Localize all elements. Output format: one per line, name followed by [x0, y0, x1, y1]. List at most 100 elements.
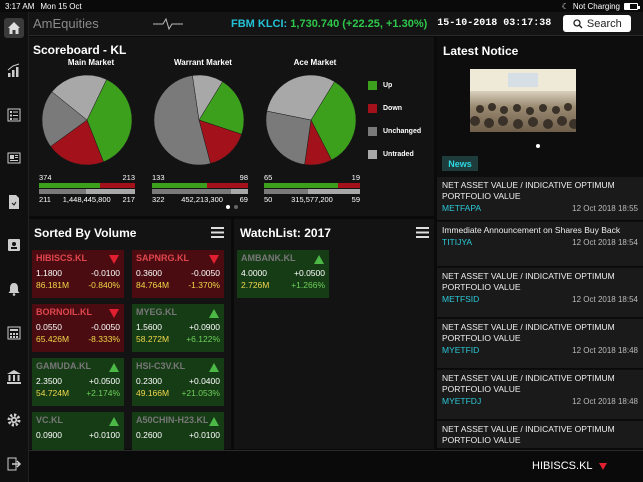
page-dot: [234, 205, 238, 209]
menu-icon[interactable]: [416, 227, 429, 238]
page-indicator[interactable]: [226, 205, 238, 209]
status-bar: 3:17 AM Mon 15 Oct ☾ Not Charging: [0, 0, 643, 12]
sidebar: [0, 12, 29, 482]
notice-date: 12 Oct 2018 18:54: [572, 238, 638, 247]
bar-down: [338, 183, 360, 188]
stock-price: 1.1800: [36, 268, 62, 278]
notice-item[interactable]: NET ASSET VALUE / INDICATIVE OPTIMUM POR…: [437, 370, 643, 420]
notice-image[interactable]: [470, 69, 576, 132]
home-icon[interactable]: [4, 18, 24, 38]
notice-item[interactable]: NET ASSET VALUE / INDICATIVE OPTIMUM POR…: [437, 421, 643, 449]
notice-item[interactable]: Immediate Announcement on Shares Buy Bac…: [437, 222, 643, 267]
legend-up: Up: [368, 81, 421, 90]
stock-percent: -8.333%: [88, 334, 120, 344]
klci-value: 1,730.740 (+22.25, +1.30%): [290, 17, 428, 30]
bar-untraded: [308, 189, 360, 194]
document-icon[interactable]: [4, 192, 24, 212]
selected-stock[interactable]: HIBISCS.KL: [532, 460, 607, 472]
stock-change: +0.0500: [89, 376, 120, 386]
tab-news[interactable]: News: [442, 156, 478, 171]
stock-volume: 84.764M: [136, 280, 170, 290]
notice-item[interactable]: NET ASSET VALUE / INDICATIVE OPTIMUM POR…: [437, 319, 643, 369]
stock-change: +0.0500: [294, 268, 325, 278]
notice-symbol[interactable]: MYETFDJ: [442, 396, 481, 406]
notice-symbol[interactable]: TITIJYA: [442, 237, 472, 247]
watchlist-title[interactable]: WatchList: 2017: [240, 226, 331, 240]
stock-name: GAMUDA.KL: [36, 361, 91, 371]
klci-index: FBM KLCI: 1,730.740 (+22.25, +1.30%): [231, 18, 427, 30]
ace-market-bar: 65 19 50 315,577,200 59: [264, 173, 360, 204]
notice-item[interactable]: NET ASSET VALUE / INDICATIVE OPTIMUM POR…: [437, 177, 643, 221]
news-icon[interactable]: [4, 148, 24, 168]
stock-percent: -0.840%: [88, 280, 120, 290]
warrant-market-pie[interactable]: [152, 73, 246, 167]
stock-tile[interactable]: BORNOIL.KL 0.0550 -0.0050 65.426M -8.333%: [32, 304, 124, 352]
notice-item[interactable]: NET ASSET VALUE / INDICATIVE OPTIMUM POR…: [437, 268, 643, 318]
stock-change: -0.0100: [91, 268, 120, 278]
portfolio-icon[interactable]: [4, 235, 24, 255]
up-arrow-icon: [314, 255, 324, 264]
stock-volume: 54.724M: [36, 388, 70, 398]
stock-change: +0.0100: [89, 430, 120, 440]
updown-bar: [152, 183, 248, 188]
stock-name: MYEG.KL: [136, 307, 178, 317]
down-arrow-icon: [209, 255, 219, 264]
legend-untraded: Untraded: [368, 150, 421, 159]
scoreboard-title[interactable]: Scoreboard - KL: [33, 43, 126, 57]
notice-headline: NET ASSET VALUE / INDICATIVE OPTIMUM POR…: [442, 424, 615, 445]
notice-headline: NET ASSET VALUE / INDICATIVE OPTIMUM POR…: [442, 180, 615, 201]
stock-price: 0.0550: [36, 322, 62, 332]
warrant-market-title: Warrant Market: [174, 58, 232, 67]
bar-unchanged: [152, 189, 232, 194]
list-icon[interactable]: [4, 105, 24, 125]
bar-unchanged: [264, 189, 309, 194]
updown-bar: [39, 183, 135, 188]
notice-symbol[interactable]: METFSID: [442, 294, 479, 304]
main-market-pie[interactable]: [40, 73, 134, 167]
stock-price: 0.2600: [136, 430, 162, 440]
ace-market-pie[interactable]: [264, 73, 358, 167]
stock-tile[interactable]: MYEG.KL 1.5600 +0.0900 58.272M +6.122%: [132, 304, 224, 352]
settings-icon[interactable]: [4, 410, 24, 430]
chart-icon[interactable]: [4, 61, 24, 81]
app-window: 3:17 AM Mon 15 Oct ☾ Not Charging AmEqui…: [0, 0, 643, 482]
main-market-title: Main Market: [67, 58, 115, 67]
stock-price: 4.0000: [241, 268, 267, 278]
search-label: Search: [586, 17, 622, 30]
notice-headline: Immediate Announcement on Shares Buy Bac…: [442, 225, 621, 235]
page-dot: [226, 205, 230, 209]
carousel-dot[interactable]: [536, 144, 540, 148]
stock-volume: 49.166M: [136, 388, 170, 398]
search-button[interactable]: Search: [563, 15, 632, 32]
main-market-bar: 374 213 211 1,448,445,800 217: [39, 173, 135, 204]
warrant-market-bar: 133 98 322 452,213,300 69: [152, 173, 248, 204]
stock-tile[interactable]: HIBISCS.KL 1.1800 -0.0100 86.181M -0.840%: [32, 250, 124, 298]
bar-down: [100, 183, 135, 188]
stock-tile[interactable]: SAPNRG.KL 0.3600 -0.0050 84.764M -1.370%: [132, 250, 224, 298]
stock-volume: 58.272M: [136, 334, 170, 344]
notice-date: 12 Oct 2018 18:48: [572, 346, 638, 355]
notice-symbol[interactable]: MYETFID: [442, 345, 479, 355]
notice-symbol[interactable]: METFAPA: [442, 203, 481, 213]
logout-icon[interactable]: [4, 454, 24, 474]
bank-icon[interactable]: [4, 367, 24, 387]
bar-untraded: [86, 189, 135, 194]
bar-up: [152, 183, 208, 188]
calculator-icon[interactable]: [4, 323, 24, 343]
stock-tile[interactable]: GAMUDA.KL 2.3500 +0.0500 54.724M +2.174%: [32, 358, 124, 406]
status-date: Mon 15 Oct: [40, 1, 82, 11]
stock-change: +0.0400: [189, 376, 220, 386]
notice-title: Latest Notice: [443, 44, 519, 58]
datetime: 15-10-2018 03:17:38: [437, 18, 552, 29]
charging-status: Not Charging: [572, 1, 620, 11]
down-arrow-icon: [109, 255, 119, 264]
legend-swatch-untraded: [368, 150, 377, 159]
search-icon: [573, 18, 583, 28]
menu-icon[interactable]: [211, 227, 224, 238]
stock-volume: 2.726M: [241, 280, 270, 290]
sorted-by-volume-title: Sorted By Volume: [34, 226, 137, 240]
stock-tile[interactable]: HSI-C3V.KL 0.2300 +0.0400 49.166M +21.053%: [132, 358, 224, 406]
stock-tile[interactable]: AMBANK.KL 4.0000 +0.0500 2.726M +1.266%: [237, 250, 329, 298]
stock-name: VC.KL: [36, 415, 63, 425]
bell-icon[interactable]: [4, 279, 24, 299]
